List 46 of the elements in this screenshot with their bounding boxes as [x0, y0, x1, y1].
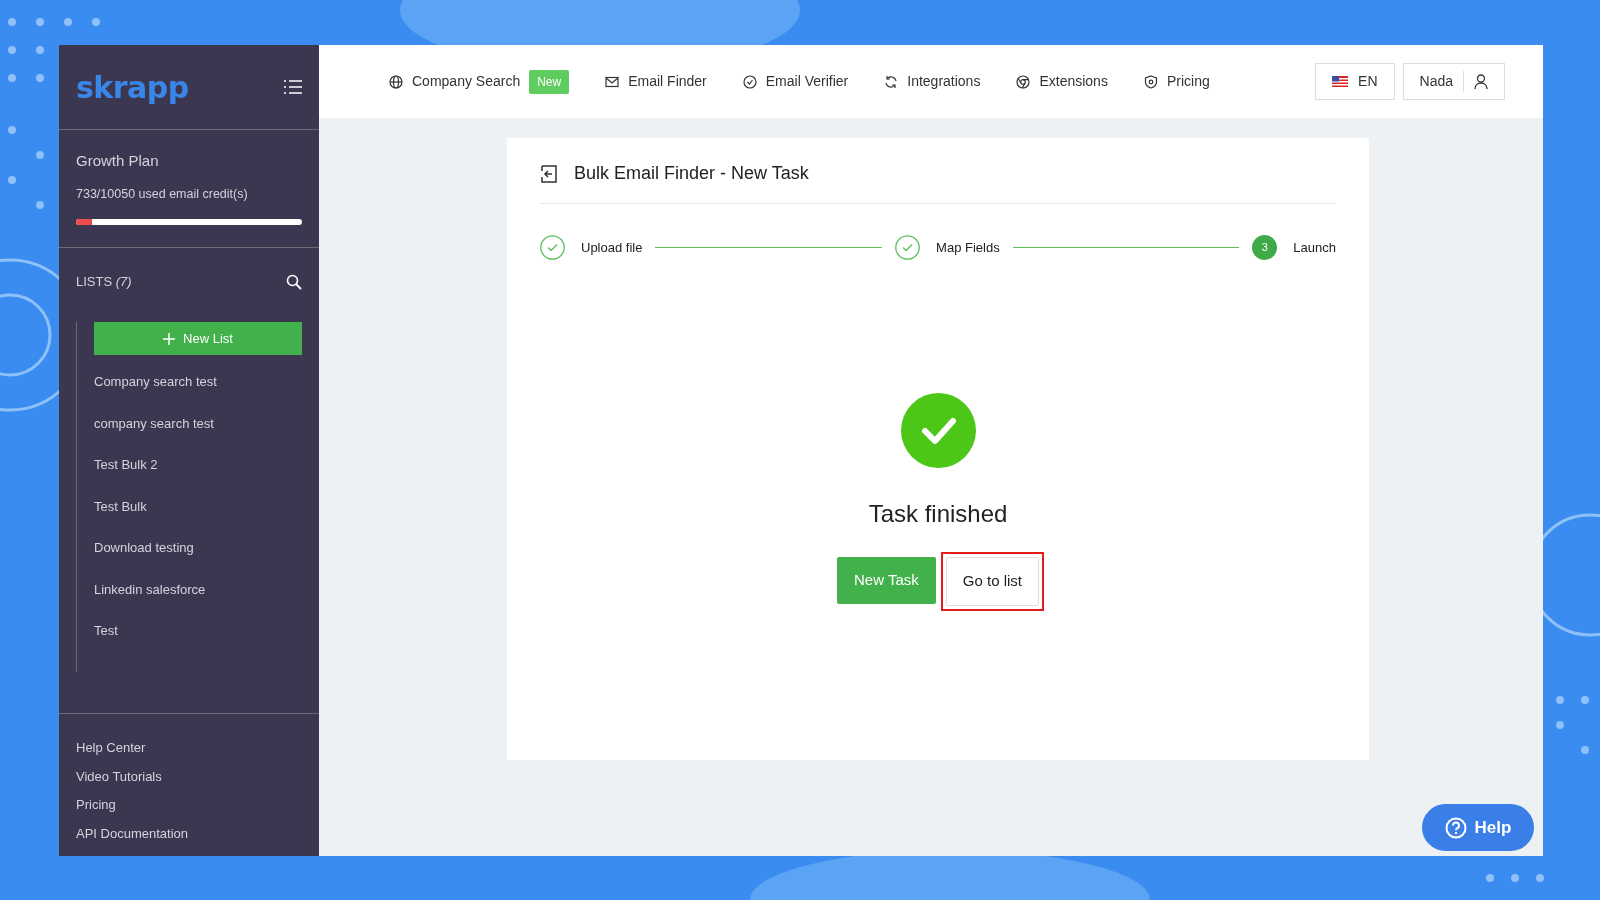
menu-icon[interactable] — [284, 79, 302, 95]
step-label: Map Fields — [936, 238, 1000, 257]
go-to-list-button[interactable]: Go to list — [945, 557, 1039, 606]
list-item[interactable]: Download testing — [77, 527, 302, 569]
status-message: Task finished — [868, 499, 1008, 529]
lists-heading: LISTS — [76, 274, 113, 290]
list-item[interactable]: Company search test — [77, 361, 302, 403]
language-button[interactable]: EN — [1315, 63, 1395, 100]
help-button[interactable]: Help — [1422, 804, 1534, 851]
footer-link[interactable]: Pricing — [59, 791, 319, 820]
success-check-icon — [900, 393, 976, 468]
nav-link[interactable]: Integrations — [884, 71, 981, 92]
step-number: 3 — [1252, 235, 1278, 260]
flag-icon — [1332, 76, 1349, 87]
sync-icon — [884, 74, 899, 89]
panel-title: Bulk Email Finder - New Task — [574, 162, 809, 185]
plus-icon — [163, 332, 176, 345]
user-button[interactable]: Nada — [1402, 63, 1505, 100]
footer-link[interactable]: Help Center — [59, 734, 319, 763]
list-item[interactable]: Test Bulk 2 — [77, 444, 302, 486]
help-icon — [1444, 816, 1467, 839]
search-icon[interactable] — [286, 274, 302, 290]
footer-link[interactable]: API Documentation — [59, 819, 319, 848]
nav-link[interactable]: Email Verifier — [742, 71, 849, 92]
nav-link[interactable]: Email Finder — [605, 71, 707, 92]
browser-icon — [1016, 74, 1031, 89]
user-icon — [1474, 74, 1488, 89]
nav-link[interactable]: Extensions — [1016, 71, 1108, 92]
plan-name: Growth Plan — [76, 151, 160, 171]
check-circle-icon — [742, 74, 757, 89]
shield-icon — [1143, 74, 1158, 89]
credits-text: 733/10050 used email credit(s) — [76, 185, 249, 203]
step-label: Launch — [1293, 238, 1336, 257]
step-label: Upload file — [581, 238, 643, 257]
nav-link[interactable]: Company Search New — [389, 69, 570, 94]
nav-link[interactable]: Pricing — [1143, 71, 1210, 92]
list-item[interactable]: Linkedin salesforce — [77, 568, 302, 611]
import-icon — [540, 164, 558, 183]
mail-icon — [605, 74, 620, 89]
list-item[interactable]: Test — [77, 610, 302, 652]
list-item[interactable]: Test Bulk — [77, 485, 302, 528]
globe-icon — [389, 74, 403, 89]
list-item[interactable]: company search test — [77, 402, 302, 445]
new-badge: New — [529, 69, 570, 94]
footer-link[interactable]: Video Tutorials — [59, 762, 319, 791]
lists-count: (7) — [115, 274, 132, 290]
